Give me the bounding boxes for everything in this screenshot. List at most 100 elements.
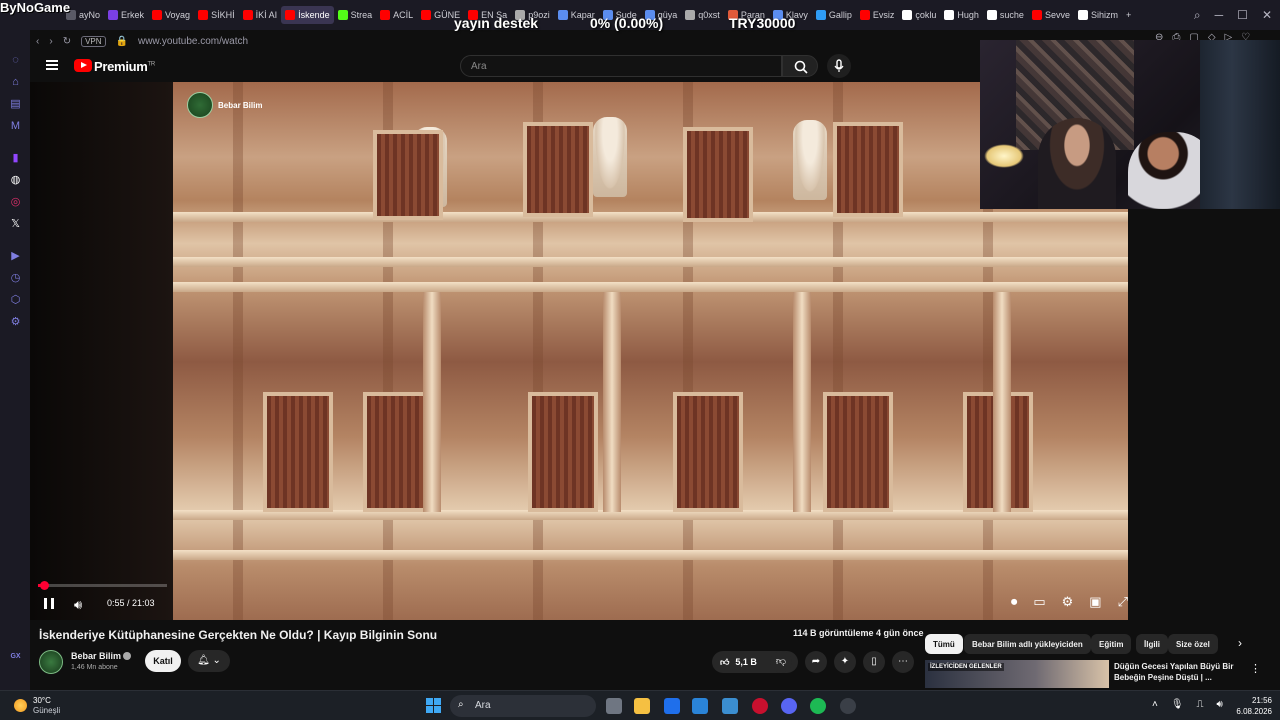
filter-chip[interactable]: Tümü xyxy=(925,634,963,654)
gx-icon[interactable]: GX xyxy=(9,650,22,663)
browser-tab[interactable]: Strea xyxy=(334,6,377,24)
miniplayer-icon[interactable]: ▣ xyxy=(1089,594,1101,610)
voice-search-button[interactable] xyxy=(827,54,851,78)
browser-tab[interactable]: Sihizm xyxy=(1074,6,1122,24)
discord-icon[interactable] xyxy=(781,698,797,714)
system-tray: ˄ 🎙︎ ⎍ 🔊︎ xyxy=(1152,699,1223,710)
bookshelf-window xyxy=(833,122,903,217)
join-button[interactable]: Katıl xyxy=(145,650,181,672)
recommendation-thumbnail[interactable]: İZLEYİCİDEN GELENLER xyxy=(925,660,1109,688)
progress-bar[interactable] xyxy=(38,581,167,590)
dislike-button[interactable]: 👎︎ xyxy=(770,651,792,673)
browser-tab[interactable]: Evsiz xyxy=(856,6,899,24)
weather-temperature[interactable]: 30°C xyxy=(33,696,51,705)
recommendation-title[interactable]: Düğün Gecesi Yapılan Büyü Bir Bebeğin Pe… xyxy=(1114,661,1238,683)
more-actions-button[interactable]: ⋯ xyxy=(892,651,914,673)
url-field[interactable]: www.youtube.com/watch xyxy=(138,36,248,47)
app-icon[interactable] xyxy=(840,698,856,714)
edge-icon[interactable] xyxy=(692,698,708,714)
menu-icon[interactable] xyxy=(46,60,58,70)
browser-tab[interactable]: İKİ AI xyxy=(239,6,282,24)
windows-start-icon[interactable] xyxy=(426,698,441,713)
forward-icon[interactable]: › xyxy=(49,36,52,47)
browser-tab[interactable]: Erkek xyxy=(104,6,148,24)
taskbar-search[interactable]: Ara xyxy=(450,695,596,717)
channel-avatar[interactable] xyxy=(39,650,63,674)
video-player[interactable]: Bebar Bilim xyxy=(30,82,1128,620)
browser-tab[interactable]: SİKHİ xyxy=(194,6,239,24)
channel-watermark-logo xyxy=(187,92,213,118)
browser-tab[interactable]: Sevve xyxy=(1028,6,1074,24)
channel-name[interactable]: Bebar Bilim xyxy=(71,651,121,661)
search-input[interactable]: Ara xyxy=(460,55,782,77)
filter-chip[interactable]: Eğitim xyxy=(1091,634,1132,654)
channel-watermark[interactable]: Bebar Bilim xyxy=(187,92,262,118)
browser-tab[interactable]: Gallip xyxy=(812,6,856,24)
pause-icon[interactable] xyxy=(44,598,54,609)
opera-gx-icon[interactable] xyxy=(752,698,768,714)
sun-icon[interactable] xyxy=(14,699,27,712)
youtube-premium-logo[interactable]: PremiumTR xyxy=(94,59,155,74)
filter-chip[interactable]: İlgili xyxy=(1136,634,1168,654)
share-button[interactable]: ➦ xyxy=(805,651,827,673)
settings-icon[interactable]: ⚙ xyxy=(1062,594,1074,610)
view-count[interactable]: 114 B görüntüleme 4 gün önce xyxy=(793,628,924,638)
network-icon[interactable]: ⎍ xyxy=(1197,699,1204,710)
settings-icon[interactable]: ⚙ xyxy=(9,316,22,329)
browser-tab[interactable]: Hugh xyxy=(940,6,983,24)
autoplay-toggle-icon[interactable]: ⏺ xyxy=(1011,594,1018,610)
spotify-icon[interactable] xyxy=(810,698,826,714)
x-icon[interactable]: 𝕏 xyxy=(9,218,22,231)
browser-tab[interactable]: ACİL xyxy=(376,6,417,24)
file-explorer-icon[interactable] xyxy=(634,698,650,714)
bell-icon: 🔔︎ xyxy=(197,655,210,666)
player-icon[interactable]: ▶ xyxy=(9,250,22,263)
browser-tab[interactable]: çoklu xyxy=(898,6,940,24)
new-tab-button[interactable]: + xyxy=(1122,6,1135,24)
store-icon[interactable] xyxy=(722,698,738,714)
search-icon[interactable]: ⌕ xyxy=(1194,8,1201,23)
close-icon[interactable]: ✕ xyxy=(1262,8,1272,23)
fullscreen-icon[interactable]: ⤢ xyxy=(1118,594,1128,610)
m-icon[interactable]: M xyxy=(9,120,22,133)
chevron-right-icon[interactable]: › xyxy=(1238,636,1242,650)
weather-description[interactable]: Güneşli xyxy=(33,706,60,715)
ask-button[interactable]: ✦ xyxy=(834,651,856,673)
cube-icon[interactable]: ⬡ xyxy=(9,294,22,307)
more-vert-icon[interactable]: ⋮ xyxy=(1250,662,1261,675)
aria-icon[interactable]: ◌ xyxy=(9,54,22,67)
browser-tab[interactable]: Voyag xyxy=(148,6,194,24)
tab-label: SİKHİ xyxy=(211,10,235,20)
filter-chip[interactable]: Bebar Bilim adlı yükleyiciden xyxy=(964,634,1091,654)
search-button[interactable] xyxy=(782,55,818,77)
browser-tab[interactable]: İskende xyxy=(281,6,334,24)
subtitles-icon[interactable]: ▭ xyxy=(1033,594,1045,610)
taskbar-clock[interactable]: 21:56 6.08.2026 xyxy=(1232,695,1272,717)
discord-icon[interactable]: ◍ xyxy=(9,174,22,187)
stack-icon[interactable]: ▤ xyxy=(9,98,22,111)
reload-icon[interactable]: ↻ xyxy=(63,36,71,47)
shopping-icon[interactable]: ⌂ xyxy=(9,76,22,89)
vpn-badge[interactable]: VPN xyxy=(81,35,106,47)
save-button[interactable]: ▯ xyxy=(863,651,885,673)
task-view-icon[interactable] xyxy=(606,698,622,714)
chevron-up-icon[interactable]: ˄ xyxy=(1152,699,1158,710)
instagram-icon[interactable]: ◎ xyxy=(9,196,22,209)
app-icon[interactable] xyxy=(664,698,680,714)
youtube-logo-icon[interactable] xyxy=(74,59,92,72)
progress-scrubber[interactable] xyxy=(39,581,49,590)
browser-tab[interactable]: suche xyxy=(983,6,1028,24)
tab-favicon-icon xyxy=(944,10,955,20)
twitch-icon[interactable]: ▮ xyxy=(9,152,22,165)
minimize-icon[interactable]: ─ xyxy=(1215,8,1224,23)
maximize-icon[interactable]: ☐ xyxy=(1237,8,1248,23)
volume-icon[interactable]: 🔊︎ xyxy=(1217,699,1223,710)
back-icon[interactable]: ‹ xyxy=(36,36,39,47)
volume-icon[interactable]: 🔊︎ xyxy=(74,597,82,613)
notification-button[interactable]: 🔔︎ ⌄ xyxy=(188,650,230,672)
filter-chip[interactable]: Size özel xyxy=(1168,634,1218,654)
streamer-person xyxy=(1038,118,1116,209)
microphone-icon[interactable]: 🎙︎ xyxy=(1171,699,1184,710)
browser-tab[interactable]: q0xst xyxy=(681,6,724,24)
history-icon[interactable]: ◷ xyxy=(9,272,22,285)
